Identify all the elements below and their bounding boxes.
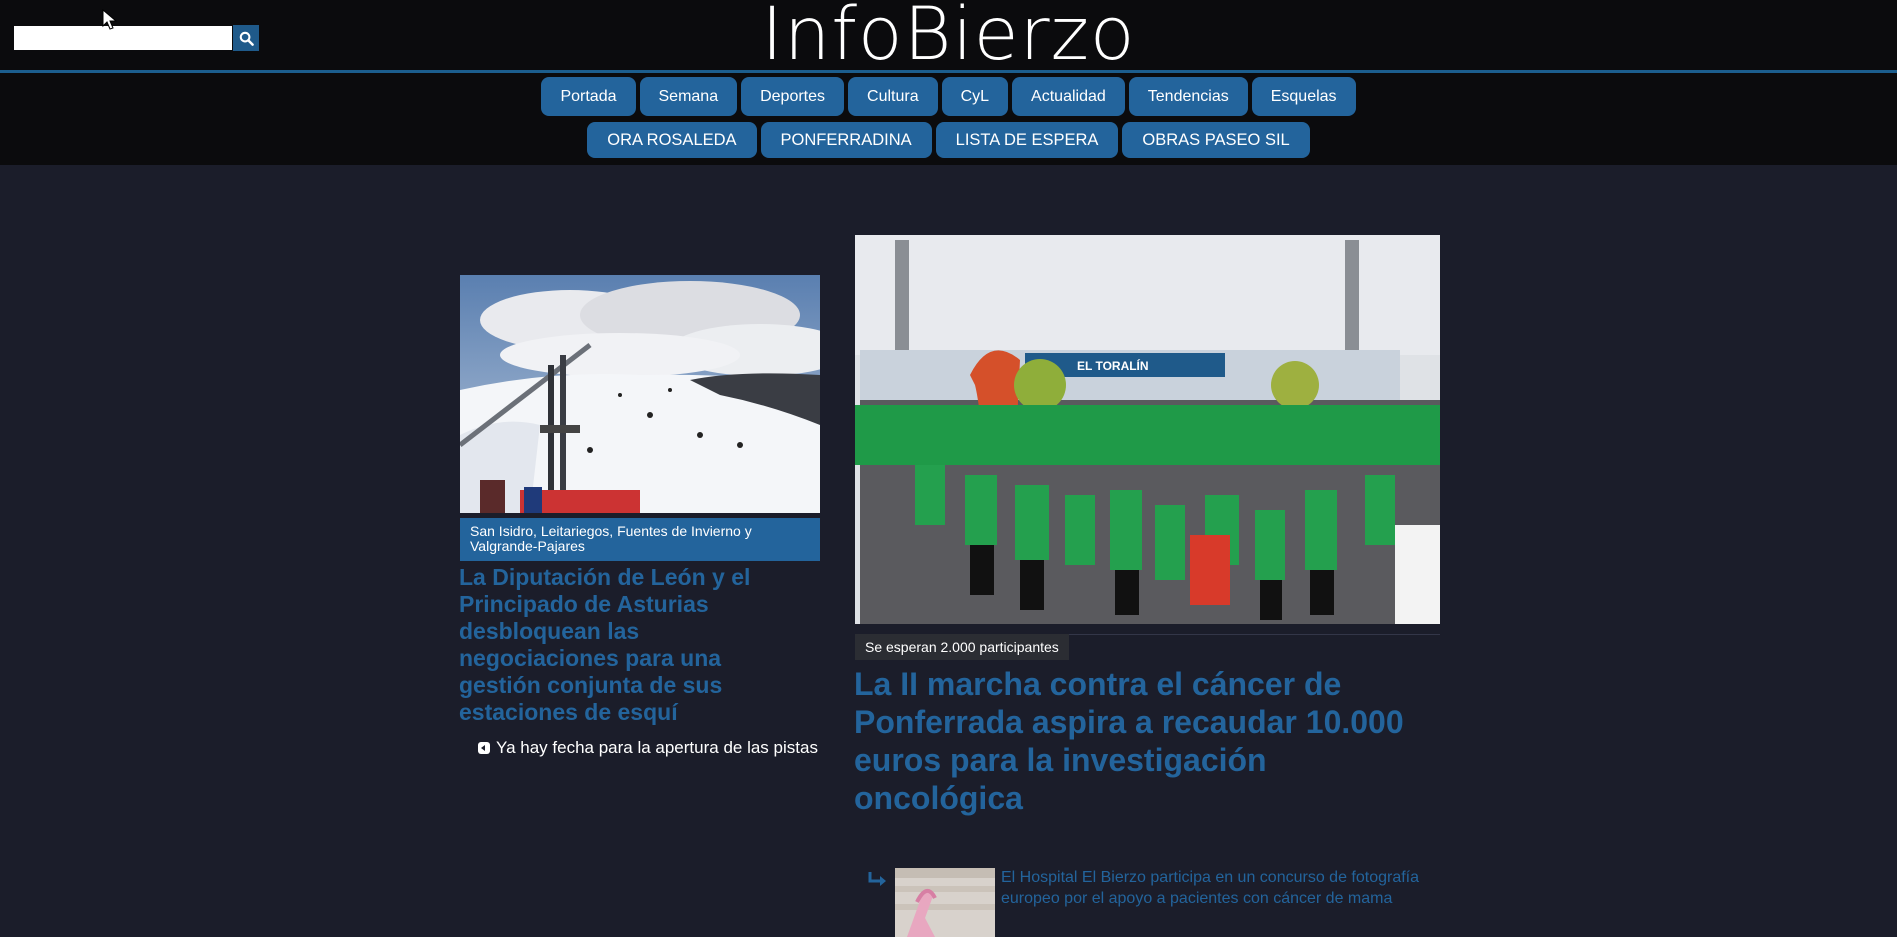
ski-resort-photo[interactable] — [460, 275, 820, 513]
march-crowd-photo[interactable]: EL TORALÍN — [855, 235, 1440, 624]
related-link[interactable]: Ya hay fecha para la apertura de las pis… — [478, 738, 818, 758]
nav-esquelas[interactable]: Esquelas — [1251, 77, 1356, 116]
nav-row-primary: Portada Semana Deportes Cultura CyL Actu… — [0, 77, 1897, 116]
bullet-icon — [478, 742, 490, 754]
nav-ponferradina[interactable]: PONFERRADINA — [760, 122, 932, 158]
nav-lista-de-espera[interactable]: LISTA DE ESPERA — [935, 122, 1119, 158]
article-headline[interactable]: La Diputación de León y el Principado de… — [459, 564, 799, 726]
related-link-text[interactable]: Ya hay fecha para la apertura de las pis… — [496, 738, 818, 758]
nav-semana[interactable]: Semana — [639, 77, 738, 116]
nav-actualidad[interactable]: Actualidad — [1012, 77, 1125, 116]
nav-obras-paseo-sil[interactable]: OBRAS PASEO SIL — [1122, 122, 1310, 158]
main-nav: Portada Semana Deportes Cultura CyL Actu… — [0, 73, 1897, 165]
site-logo[interactable]: InfoBierzo — [0, 0, 1897, 77]
nav-cultura[interactable]: Cultura — [848, 77, 938, 116]
nav-ora-rosaleda[interactable]: ORA ROSALEDA — [587, 122, 757, 158]
site-header: InfoBierzo — [0, 0, 1897, 77]
nav-row-secondary: ORA ROSALEDA PONFERRADINA LISTA DE ESPER… — [0, 122, 1897, 158]
article-headline[interactable]: La II marcha contra el cáncer de Ponferr… — [854, 665, 1444, 817]
related-thumbnail[interactable] — [895, 868, 995, 937]
mouse-cursor-icon — [102, 9, 118, 30]
reply-arrow-icon — [868, 872, 886, 886]
nav-portada[interactable]: Portada — [541, 77, 636, 116]
related-link[interactable]: El Hospital El Bierzo participa en un co… — [1001, 867, 1431, 909]
article-caption: Se esperan 2.000 participantes — [855, 634, 1069, 660]
nav-tendencias[interactable]: Tendencias — [1128, 77, 1248, 116]
svg-text:EL TORALÍN: EL TORALÍN — [1077, 358, 1149, 373]
nav-deportes[interactable]: Deportes — [741, 77, 845, 116]
nav-cyl[interactable]: CyL — [941, 77, 1009, 116]
article-caption: San Isidro, Leitariegos, Fuentes de Invi… — [460, 518, 820, 561]
